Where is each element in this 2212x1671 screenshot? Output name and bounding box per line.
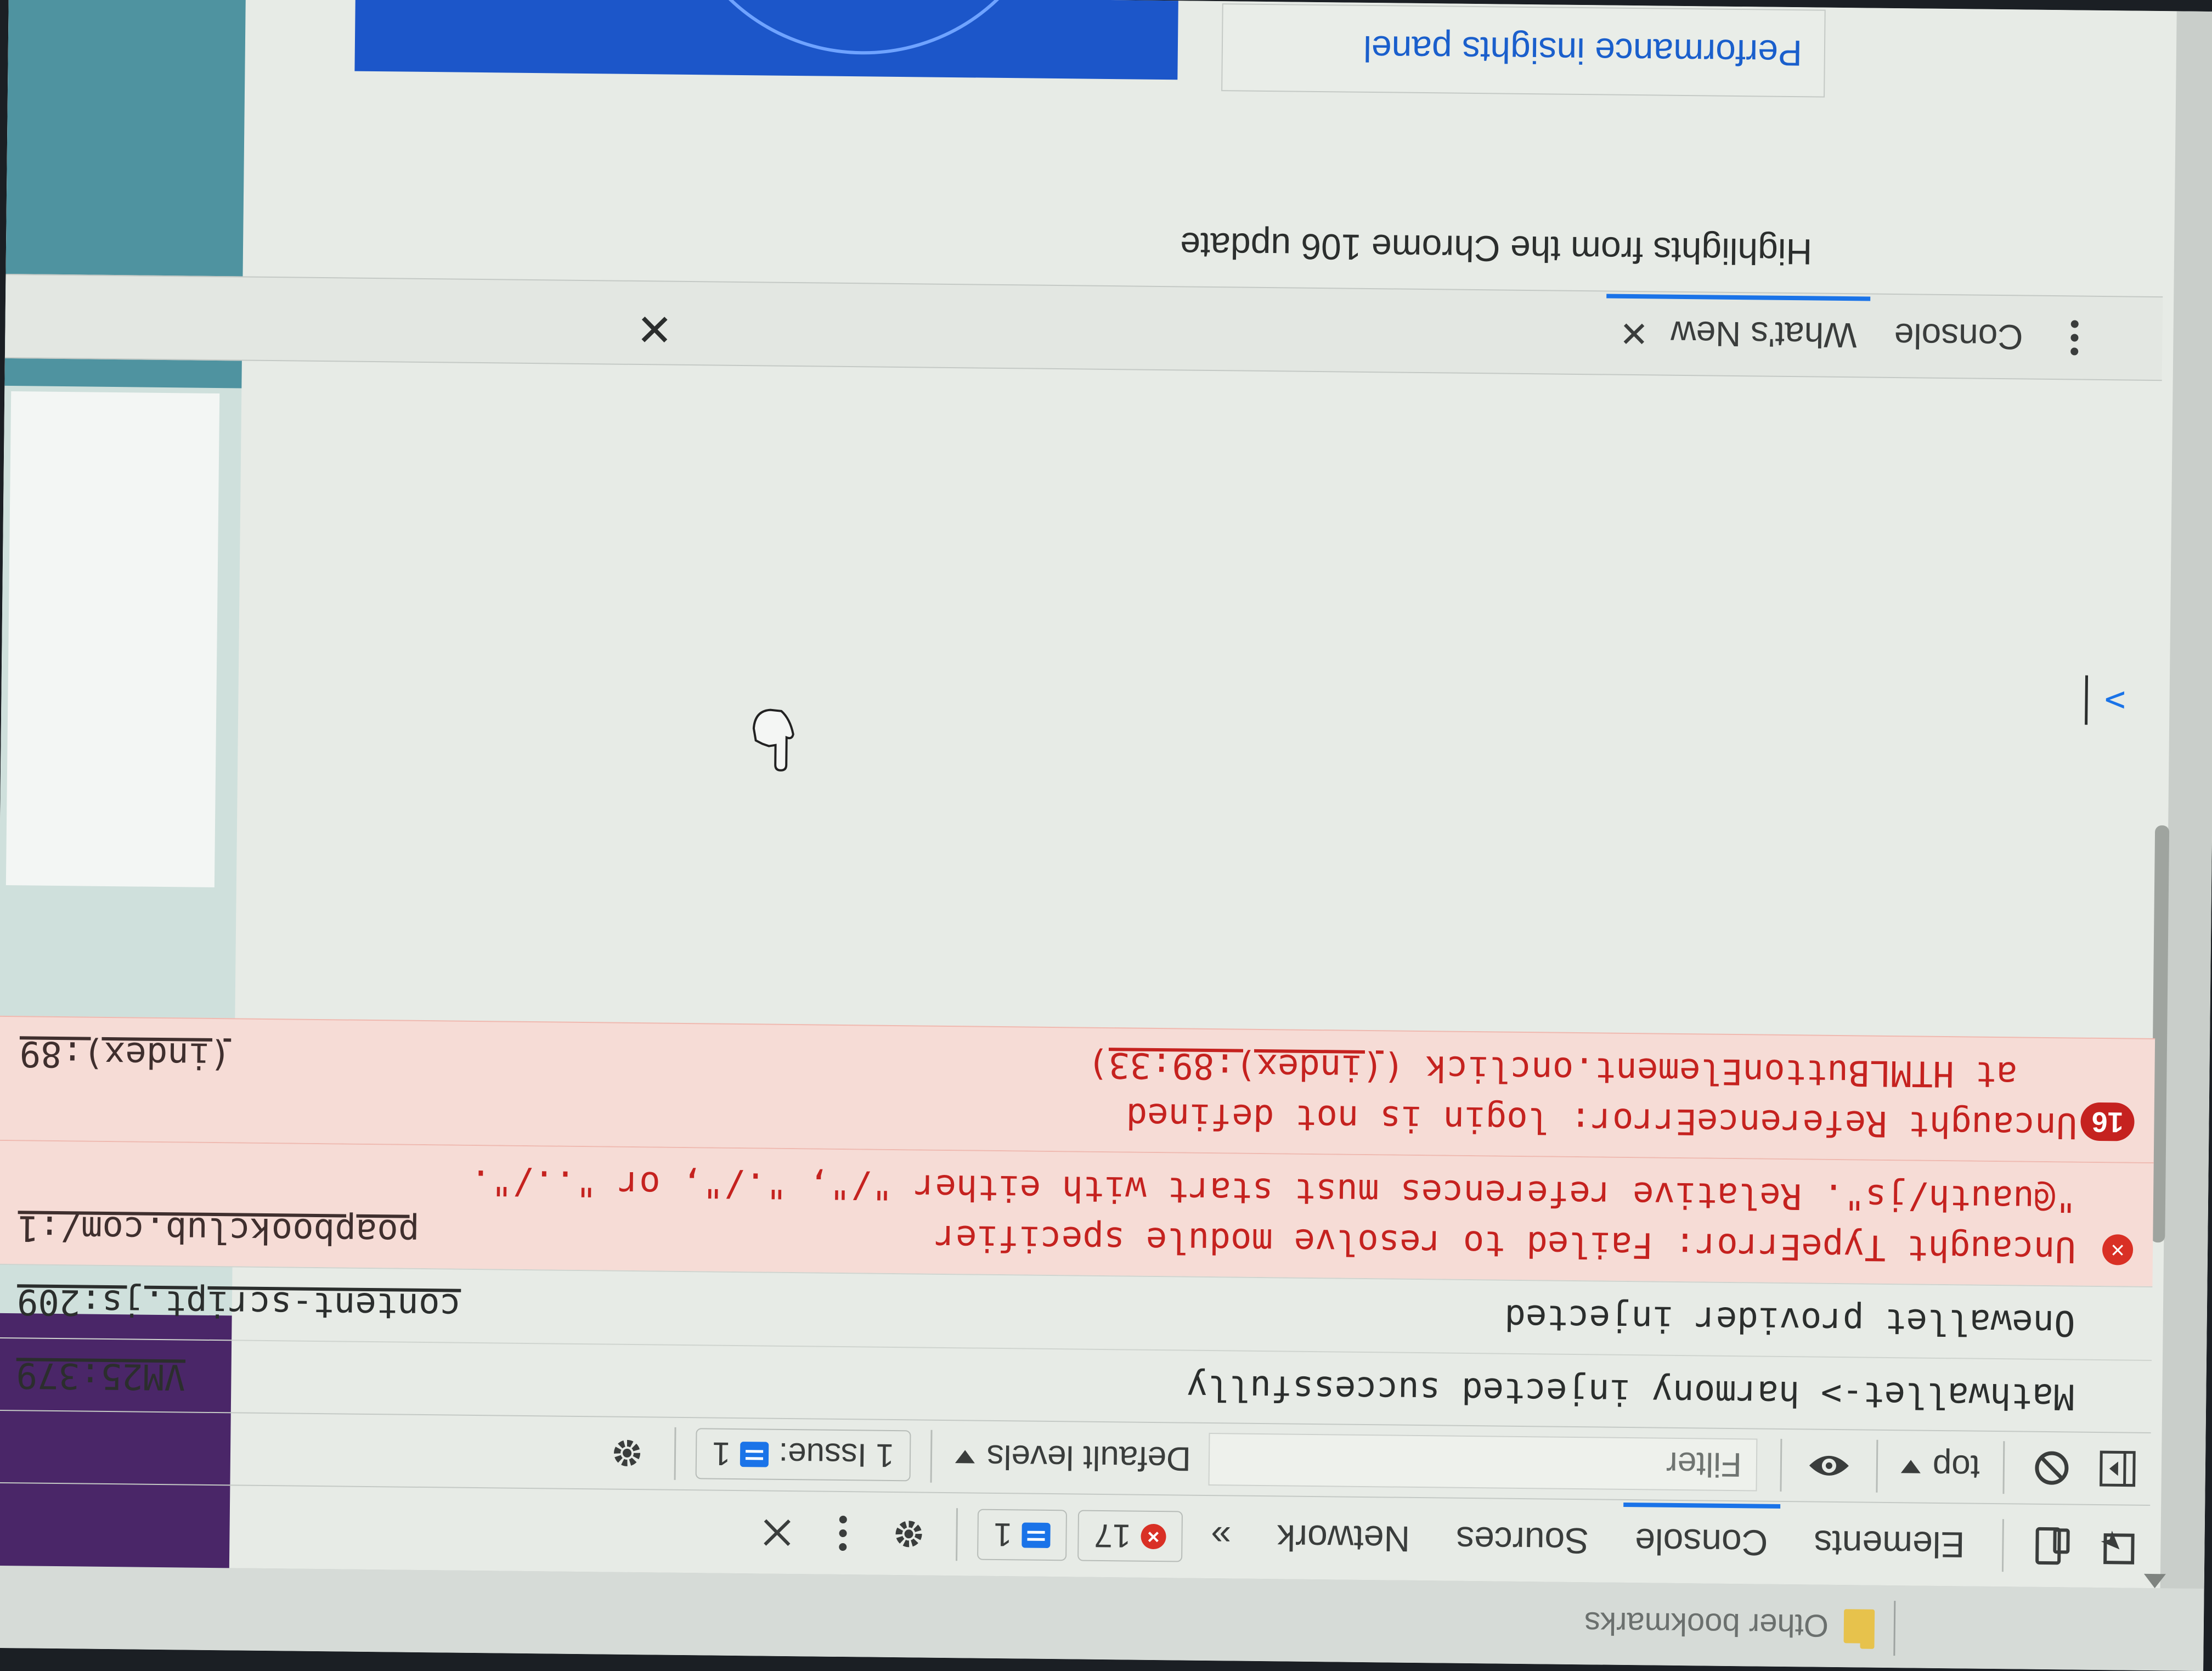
filter-input[interactable]: Filter xyxy=(1208,1433,1758,1492)
toolbar-separator xyxy=(1780,1438,1782,1492)
mouse-pointer-icon xyxy=(752,708,794,772)
more-options-icon[interactable] xyxy=(821,1511,865,1556)
close-tab-icon[interactable]: ✕ xyxy=(1619,292,1649,375)
drawer-tab-whats-new[interactable]: What's New ✕ xyxy=(1600,291,1876,376)
other-bookmarks[interactable]: Other bookmarks xyxy=(1584,1599,1875,1651)
error-row: × Uncaught TypeError: Failed to resolve … xyxy=(0,1139,2154,1287)
stack-frame-text: at HTMLButtonElement.onclick ( xyxy=(1383,1047,2018,1095)
context-label: top xyxy=(1932,1448,1980,1487)
tab-separator xyxy=(955,1508,958,1561)
log-source-link[interactable]: (index):89 xyxy=(19,1028,231,1081)
console-prompt[interactable]: > xyxy=(2085,670,2159,731)
drawer-tab-label: What's New xyxy=(1670,313,1858,356)
chevron-down-icon xyxy=(1900,1460,1921,1473)
toolbar-separator xyxy=(930,1430,933,1483)
drawer-tab-console[interactable]: Console xyxy=(1875,295,2042,379)
log-source-link[interactable]: VM25:379 xyxy=(16,1349,185,1402)
close-devtools-icon[interactable] xyxy=(755,1510,799,1555)
message-icon xyxy=(1022,1522,1051,1549)
tab-elements[interactable]: Elements xyxy=(1791,1502,1989,1586)
prompt-chevron-icon: > xyxy=(2104,680,2126,721)
page-content-block xyxy=(5,391,220,887)
issue-icon xyxy=(740,1442,769,1467)
repeat-count-badge: 16 xyxy=(2080,1102,2135,1141)
performance-insights-card[interactable]: Performance insights panel xyxy=(1221,3,1826,98)
log-levels-label: Default levels xyxy=(986,1438,1192,1478)
message-count: 1 xyxy=(993,1516,1012,1554)
photographed-screen: Other bookmarks Elements Console Sources… xyxy=(0,0,2212,1671)
error-icon: × xyxy=(2102,1234,2134,1265)
log-source-link[interactable]: poapbookclub.com/:1 xyxy=(18,1202,420,1257)
tab-sources[interactable]: Sources xyxy=(1432,1498,1612,1582)
tab-separator xyxy=(2001,1519,2004,1572)
toolbar-separator xyxy=(2002,1441,2005,1494)
log-message: Mathwallet-> harmony injected successful… xyxy=(1186,1366,2075,1417)
console-settings-gear-icon[interactable] xyxy=(605,1431,650,1476)
stack-frame: at HTMLButtonElement.onclick ((index):89… xyxy=(19,1028,2078,1100)
stack-frame-link[interactable]: (index):89:33 xyxy=(1108,1044,1384,1088)
issues-label: 1 Issue: xyxy=(778,1436,894,1475)
browser-window: Other bookmarks Elements Console Sources… xyxy=(0,0,2212,1671)
error-row: 16 Uncaught ReferenceError: login is not… xyxy=(0,1015,2155,1163)
context-selector[interactable]: top xyxy=(1892,1447,1989,1487)
tab-console[interactable]: Console xyxy=(1611,1500,1791,1584)
text-cursor xyxy=(2085,675,2089,725)
drawer-tab-label: Console xyxy=(1894,316,2023,357)
error-count-badge[interactable]: × 17 xyxy=(1077,1510,1183,1563)
bookmarks-divider xyxy=(1893,1601,1896,1656)
toolbar-separator xyxy=(674,1427,676,1480)
drawer-more-icon[interactable] xyxy=(2052,316,2097,360)
console-log: Mathwallet-> harmony injected successful… xyxy=(0,1015,2155,1434)
error-message: Uncaught TypeError: Failed to resolve mo… xyxy=(934,1217,2076,1270)
message-count-badge[interactable]: 1 xyxy=(977,1509,1068,1561)
more-tabs-icon[interactable]: » xyxy=(1188,1496,1255,1579)
settings-gear-icon[interactable] xyxy=(887,1512,931,1556)
close-drawer-icon[interactable]: ✕ xyxy=(636,303,673,355)
whats-new-banner-image xyxy=(354,0,1178,80)
error-message: Uncaught ReferenceError: login is not de… xyxy=(1126,1095,2078,1146)
live-expression-eye-icon[interactable] xyxy=(1807,1443,1851,1488)
log-source-link[interactable]: content-script.js:209 xyxy=(16,1276,461,1331)
issues-button[interactable]: 1 Issue: 1 xyxy=(695,1428,911,1482)
whats-new-heading: Highlights from the Chrome 106 update xyxy=(1180,225,1813,273)
clear-console-icon[interactable] xyxy=(2029,1446,2074,1490)
log-levels-dropdown[interactable]: Default levels xyxy=(946,1437,1200,1479)
log-message: Onewallet provider injected xyxy=(1504,1296,2076,1343)
error-icon: × xyxy=(1141,1523,1166,1550)
tab-network[interactable]: Network xyxy=(1254,1496,1434,1580)
device-toolbar-icon[interactable] xyxy=(2029,1524,2073,1568)
folder-icon xyxy=(1843,1609,1875,1644)
show-sidebar-icon[interactable] xyxy=(2095,1447,2140,1491)
error-count: 17 xyxy=(1094,1517,1131,1555)
stack-frame-close: ) xyxy=(1087,1044,1109,1085)
inspect-element-icon[interactable] xyxy=(2095,1524,2139,1569)
chevron-down-icon xyxy=(955,1450,975,1464)
toolbar-separator xyxy=(1876,1439,1878,1493)
issues-count: 1 xyxy=(712,1436,731,1473)
other-bookmarks-label: Other bookmarks xyxy=(1584,1605,1829,1644)
